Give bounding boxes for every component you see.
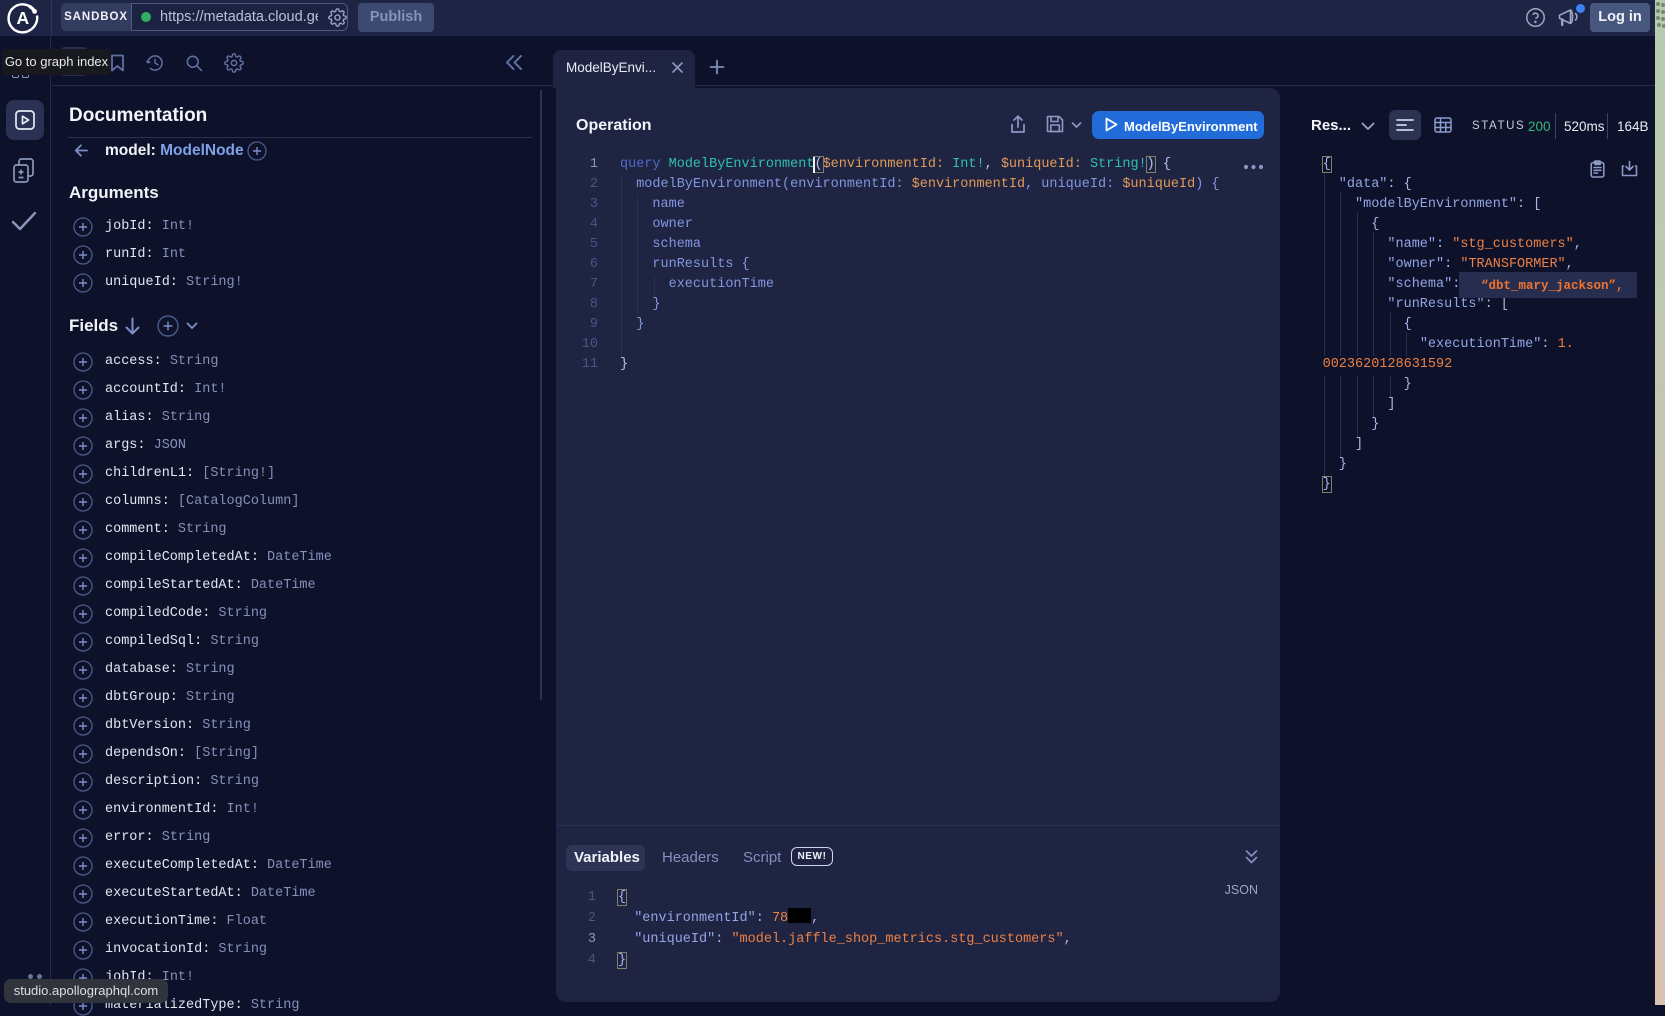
svg-text:A: A <box>16 8 29 28</box>
